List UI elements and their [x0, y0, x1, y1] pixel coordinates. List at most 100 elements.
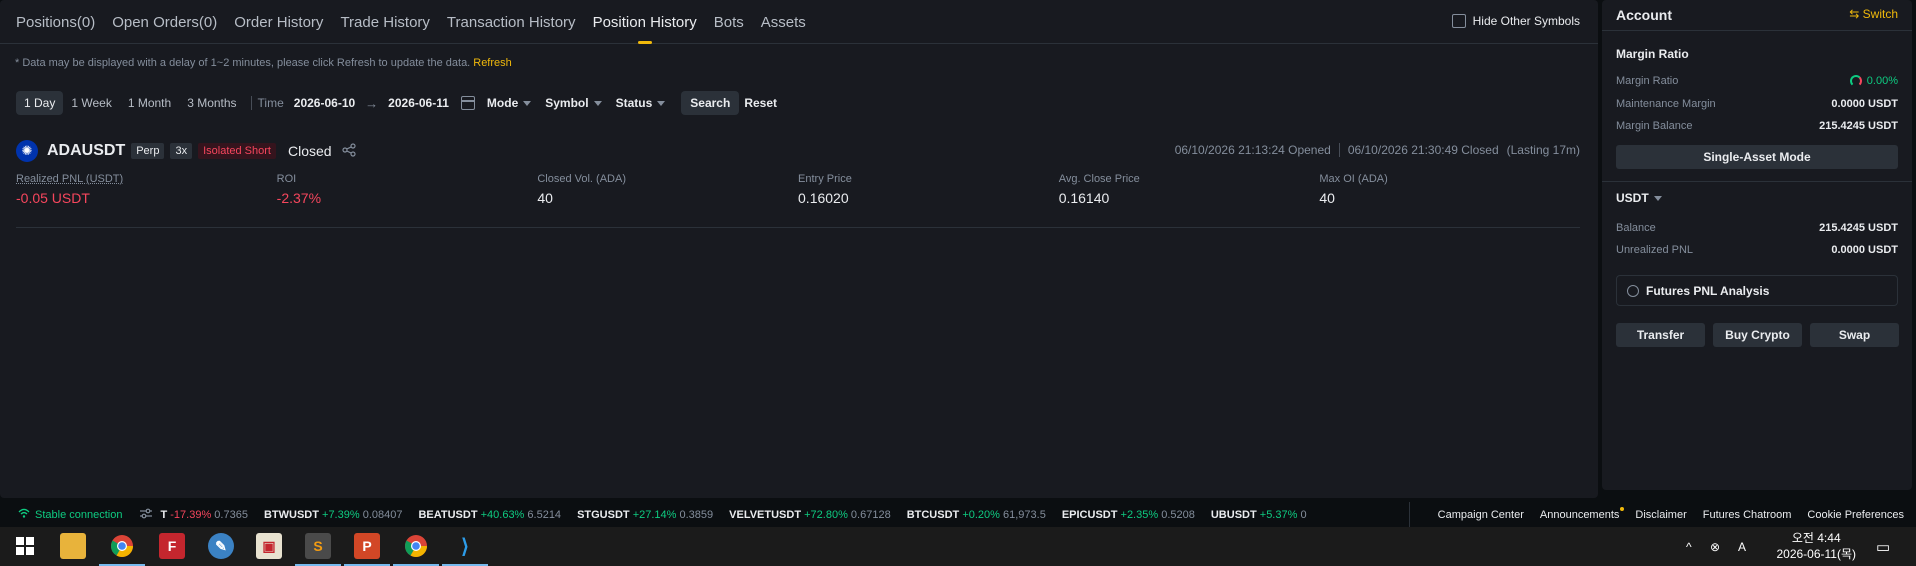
hide-other-symbols-checkbox[interactable] [1451, 14, 1466, 28]
range-1-week[interactable]: 1 Week [63, 91, 119, 115]
presentation-app-icon[interactable]: F [159, 533, 185, 559]
single-asset-mode-button[interactable]: Single-Asset Mode [1616, 145, 1898, 169]
tab-assets[interactable]: Assets [761, 0, 806, 44]
leverage-tag: 3x [170, 143, 193, 159]
ticker-price: 0.08407 [362, 508, 403, 521]
ticker-symbol: BTWUSDT [263, 508, 319, 521]
switch-button[interactable]: ⇆ Switch [1849, 7, 1898, 21]
range-1-month[interactable]: 1 Month [120, 91, 179, 115]
margin-balance-row: Margin Balance 215.4245 USDT [1616, 120, 1898, 132]
ticker-item[interactable]: VELVETUSDT +72.80% 0.67128 [729, 509, 891, 521]
ticker-item[interactable]: T -17.39% 0.7365 [160, 509, 248, 521]
sublime-text-icon[interactable]: S [305, 533, 331, 559]
ticker-item[interactable]: STGUSDT +27.14% 0.3859 [577, 509, 713, 521]
range-3-months[interactable]: 3 Months [179, 91, 244, 115]
asset-label: USDT [1616, 191, 1649, 205]
powerpoint-icon[interactable]: P [354, 533, 380, 559]
maintenance-margin-label[interactable]: Maintenance Margin [1616, 98, 1716, 110]
vscode-icon[interactable]: ⟩ [452, 533, 478, 559]
hide-other-symbols-label: Hide Other Symbols [1472, 14, 1580, 28]
tab-position-history[interactable]: Position History [593, 0, 697, 44]
symbol-label: Symbol [545, 96, 589, 110]
tray-status-icon[interactable]: ⊗ [1710, 527, 1720, 566]
file-explorer-icon[interactable] [60, 533, 86, 559]
futures-chatroom-link[interactable]: Futures Chatroom [1703, 509, 1792, 521]
row-divider [16, 227, 1580, 228]
margin-balance-label[interactable]: Margin Balance [1616, 120, 1692, 132]
ime-indicator[interactable]: A [1738, 527, 1746, 566]
refresh-link[interactable]: Refresh [473, 57, 512, 69]
mode-dropdown[interactable]: Mode [487, 96, 532, 110]
ticker-symbol: VELVETUSDT [729, 508, 802, 521]
ticker-item[interactable]: BEATUSDT +40.63% 6.5214 [418, 509, 561, 521]
position-symbol[interactable]: ADAUSDT [47, 142, 125, 160]
ticker-item[interactable]: BTWUSDT +7.39% 0.08407 [264, 509, 403, 521]
tab-order-history[interactable]: Order History [234, 0, 323, 44]
announcements-link[interactable]: Announcements [1540, 506, 1624, 521]
stat-value: -0.05 USDT [16, 190, 90, 206]
ticker-item[interactable]: UBUSDT +5.37% 0 [1211, 509, 1307, 521]
hide-other-symbols[interactable]: Hide Other Symbols [1451, 14, 1580, 28]
asset-dropdown[interactable]: USDT [1616, 191, 1662, 205]
position-status: Closed [287, 143, 332, 159]
wifi-icon [18, 508, 30, 521]
account-title: Account [1616, 7, 1672, 23]
buy-crypto-button[interactable]: Buy Crypto [1713, 323, 1802, 347]
notification-icon[interactable]: ▭ [1876, 527, 1890, 566]
account-panel: Account ⇆ Switch Margin Ratio Margin Rat… [1602, 0, 1912, 490]
position-times: 06/10/2026 21:13:24 Opened 06/10/2026 21… [1175, 143, 1580, 157]
opened-time: 06/10/2026 21:13:24 Opened [1174, 143, 1331, 157]
clock-date: 2026-06-11(목) [1776, 547, 1856, 561]
ticker-price: 0.7365 [214, 508, 248, 521]
margin-balance-value: 215.4245 USDT [1819, 120, 1898, 132]
date-from[interactable]: 2026-06-10 [294, 96, 355, 110]
campaign-center-link[interactable]: Campaign Center [1438, 509, 1524, 521]
cookie-preferences-link[interactable]: Cookie Preferences [1807, 509, 1904, 521]
tray-chevron-icon[interactable]: ^ [1686, 527, 1692, 566]
status-dropdown[interactable]: Status [616, 96, 666, 110]
search-button[interactable]: Search [681, 91, 740, 115]
chrome-icon[interactable] [109, 533, 135, 559]
tab-trade-history[interactable]: Trade History [340, 0, 429, 44]
stat-label[interactable]: Realized PNL (USDT) [16, 173, 277, 185]
unrealized-pnl-row: Unrealized PNL 0.0000 USDT [1616, 244, 1898, 256]
date-to[interactable]: 2026-06-11 [388, 96, 449, 110]
share-icon[interactable] [341, 142, 356, 160]
stat-label: Entry Price [798, 173, 852, 185]
tab-open-orders[interactable]: Open Orders(0) [112, 0, 217, 44]
margin-ratio-label: Margin Ratio [1616, 75, 1679, 87]
connection-label: Stable connection [35, 508, 123, 521]
settings-sliders-icon[interactable] [140, 508, 153, 522]
tab-positions[interactable]: Positions(0) [16, 0, 95, 44]
maintenance-margin-row: Maintenance Margin 0.0000 USDT [1616, 98, 1898, 110]
ticker-change: -17.39% [170, 508, 212, 521]
caret-down-icon [593, 100, 602, 106]
tab-bots[interactable]: Bots [714, 0, 744, 44]
arrow-right-icon: → [365, 95, 379, 111]
system-clock[interactable]: 오전 4:44 2026-06-11(목) [1776, 530, 1856, 562]
calendar-icon[interactable] [460, 96, 475, 110]
disclaimer-link[interactable]: Disclaimer [1635, 509, 1686, 521]
futures-pnl-analysis-button[interactable]: Futures PNL Analysis [1616, 275, 1898, 306]
photo-viewer-icon[interactable]: ▣ [256, 533, 282, 559]
section-divider [1602, 181, 1912, 182]
range-1-day[interactable]: 1 Day [16, 91, 64, 115]
clock-time: 오전 4:44 [1791, 531, 1841, 545]
ticker-change: +27.14% [632, 508, 677, 521]
symbol-dropdown[interactable]: Symbol [545, 96, 602, 110]
swap-button[interactable]: Swap [1810, 323, 1899, 347]
windows-start-icon[interactable] [12, 533, 38, 559]
pie-chart-icon [1627, 284, 1639, 297]
ticker-price: 0 [1300, 508, 1307, 521]
transfer-button[interactable]: Transfer [1616, 323, 1705, 347]
ticker-item[interactable]: BTCUSDT +0.20% 61,973.5 [907, 509, 1046, 521]
footer-links: Campaign Center Announcements Disclaimer… [1408, 502, 1904, 527]
perp-tag: Perp [131, 143, 165, 159]
ticker-item[interactable]: EPICUSDT +2.35% 0.5208 [1062, 509, 1195, 521]
chrome-icon[interactable] [403, 533, 429, 559]
ticker-change: +7.39% [322, 508, 360, 521]
reset-button[interactable]: Reset [744, 96, 777, 110]
position-stats: Realized PNL (USDT) -0.05 USDT ROI -2.37… [16, 173, 1580, 206]
paint-icon[interactable]: ✎ [208, 533, 234, 559]
tab-transaction-history[interactable]: Transaction History [447, 0, 576, 44]
